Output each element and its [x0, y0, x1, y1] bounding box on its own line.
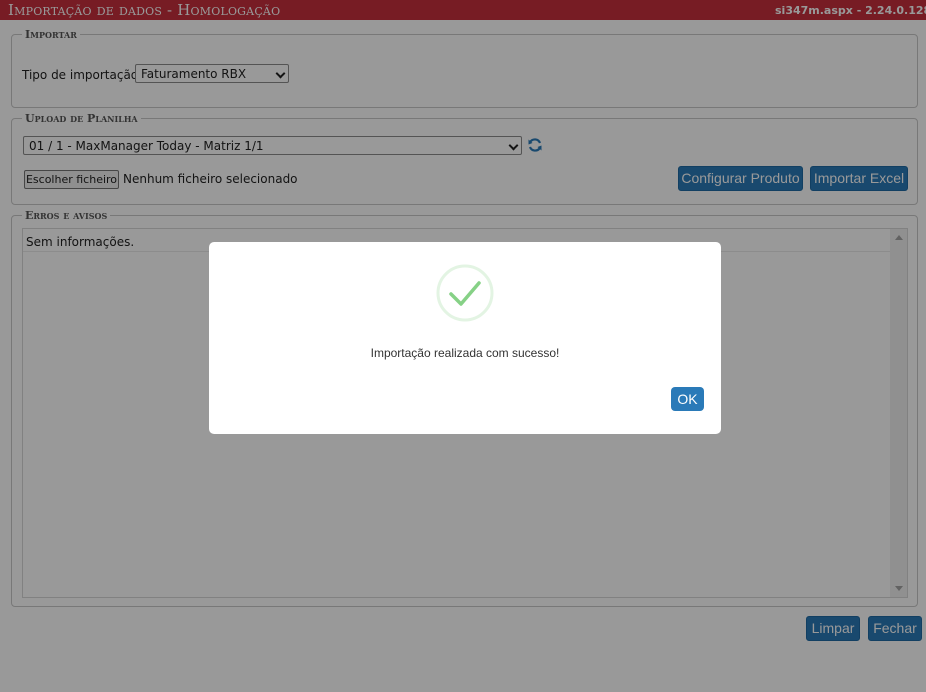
success-message: Importação realizada com sucesso! [370, 346, 560, 360]
success-dialog: Importação realizada com sucesso! OK [209, 242, 721, 434]
success-check-icon [436, 264, 494, 322]
ok-button[interactable]: OK [671, 387, 704, 411]
